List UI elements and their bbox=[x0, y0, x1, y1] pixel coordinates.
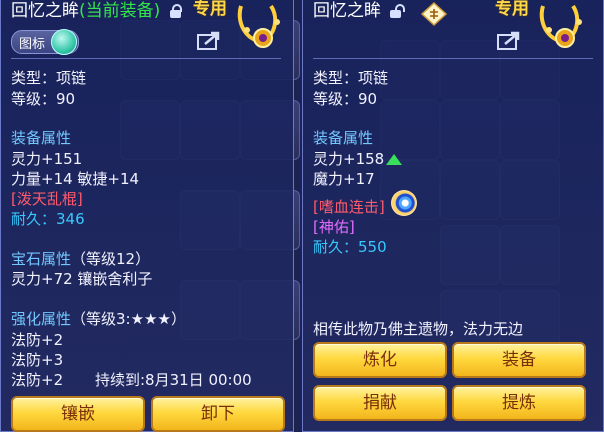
attr-line: 魔力+17 bbox=[313, 170, 375, 188]
enhance-attr-heading: 强化属性（等级3:★★★） bbox=[11, 308, 186, 329]
item-tooltip: 回忆之眸 专用 类型：项链 等级：90 装备属性 灵力+158 魔力+17 [嗜… bbox=[302, 0, 604, 432]
equip-attr-header: 装备属性 bbox=[313, 129, 374, 147]
refine-button[interactable]: 炼化 bbox=[313, 342, 447, 378]
durability: 耐久：346 bbox=[11, 210, 85, 228]
ping-button-icon[interactable] bbox=[421, 2, 447, 26]
special-skill: [泼天乱棍] bbox=[11, 190, 83, 208]
attr-line: 力量+14 敏捷+14 bbox=[11, 170, 140, 188]
enhance-level: （等级3:★★★） bbox=[71, 310, 186, 328]
gem-attr: 灵力+72 镶嵌舍利子 bbox=[11, 270, 153, 288]
attr-line: 灵力+151 bbox=[11, 150, 83, 168]
equipped-item-tooltip: 回忆之眸(当前装备) 专用 图标 类型：项链 等级：90 装备属性 灵力+151… bbox=[0, 0, 294, 432]
donate-button[interactable]: 捐献 bbox=[313, 385, 447, 421]
unequip-button[interactable]: 卸下 bbox=[151, 396, 285, 432]
durability: 耐久：550 bbox=[313, 238, 387, 256]
current-equipped-note: (当前装备) bbox=[79, 1, 161, 21]
enhance-line: 法防+2 bbox=[11, 371, 64, 389]
attr-line: 灵力+158 bbox=[313, 150, 385, 168]
item-type: 类型：项链 bbox=[11, 69, 87, 87]
enhance-line: 法防+3 bbox=[11, 351, 64, 369]
gem-attr-heading: 宝石属性（等级12） bbox=[11, 248, 150, 269]
lock-icon[interactable] bbox=[169, 4, 182, 18]
necklace-item-icon bbox=[539, 4, 582, 48]
extract-button[interactable]: 提炼 bbox=[452, 385, 586, 421]
exclusive-label: 专用 bbox=[495, 0, 529, 19]
special-tag: [神佑] bbox=[313, 218, 355, 236]
item-level: 等级：90 bbox=[313, 90, 378, 108]
necklace-item-icon bbox=[237, 4, 280, 48]
toggle-knob bbox=[51, 29, 77, 55]
enhance-attr-header: 强化属性 bbox=[11, 310, 72, 328]
item-description: 相传此物乃佛主遗物，法力无边 bbox=[313, 320, 524, 338]
equip-button[interactable]: 装备 bbox=[452, 342, 586, 378]
attr-line-with-arrow: 灵力+158 bbox=[313, 148, 403, 169]
enhance-duration: 持续到:8月31日 00:00 bbox=[95, 371, 252, 389]
share-icon[interactable] bbox=[497, 30, 523, 50]
item-title: 回忆之眸 bbox=[313, 0, 406, 21]
arrow-up-icon bbox=[386, 154, 403, 165]
icon-toggle[interactable]: 图标 bbox=[11, 29, 79, 55]
special-skill: [嗜血连击] bbox=[313, 198, 385, 216]
swirl-skill-icon bbox=[391, 190, 417, 216]
gem-attr-header: 宝石属性 bbox=[11, 250, 72, 268]
item-name: 回忆之眸 bbox=[11, 1, 79, 21]
enhance-line: 法防+2 bbox=[11, 331, 64, 349]
icon-toggle-label: 图标 bbox=[19, 37, 46, 52]
item-title: 回忆之眸(当前装备) bbox=[11, 0, 182, 21]
item-name: 回忆之眸 bbox=[313, 1, 381, 21]
gem-level: （等级12） bbox=[71, 250, 151, 268]
exclusive-label: 专用 bbox=[193, 0, 227, 19]
unlock-icon[interactable] bbox=[390, 4, 406, 18]
item-level: 等级：90 bbox=[11, 90, 76, 108]
item-type: 类型：项链 bbox=[313, 69, 389, 87]
equip-attr-header: 装备属性 bbox=[11, 129, 72, 147]
inlay-button[interactable]: 镶嵌 bbox=[11, 396, 145, 432]
share-icon[interactable] bbox=[197, 30, 223, 50]
